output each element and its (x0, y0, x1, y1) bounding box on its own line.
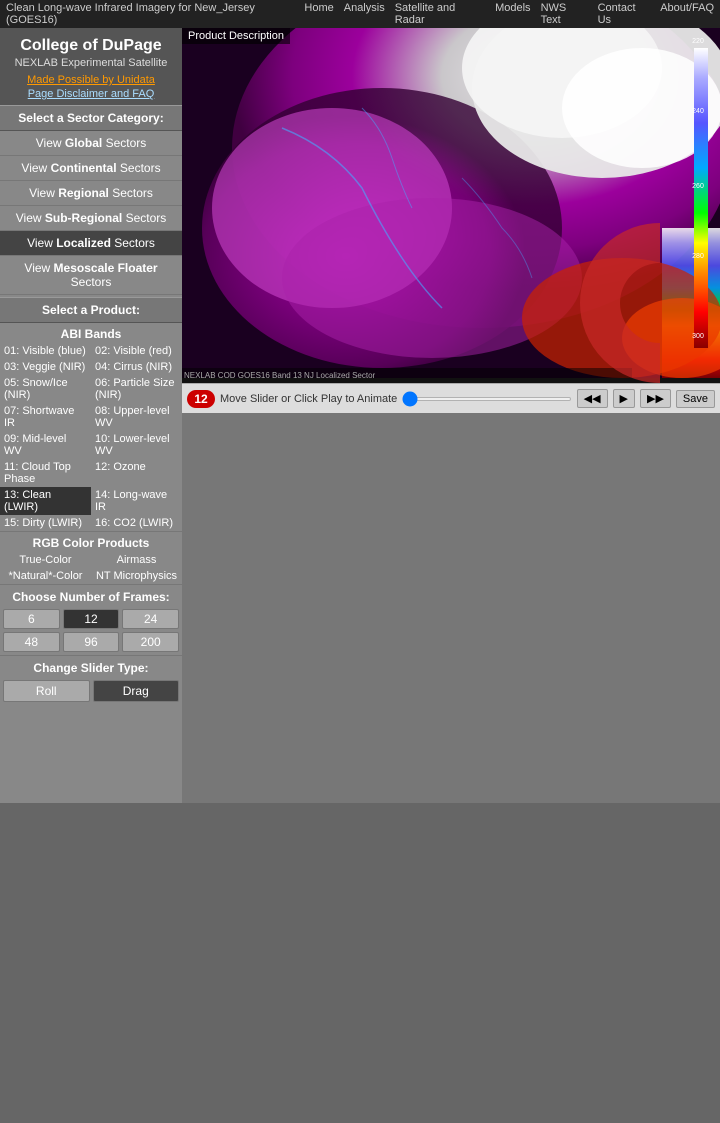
frame-6[interactable]: 6 (3, 609, 60, 629)
svg-text:NEXLAB COD GOES16 Band 13 NJ L: NEXLAB COD GOES16 Band 13 NJ Localized S… (184, 371, 376, 378)
anim-label: Move Slider or Click Play to Animate (220, 393, 397, 405)
frame-48[interactable]: 48 (3, 632, 60, 652)
sector-category-label: Select a Sector Category: (0, 105, 182, 131)
rgb-grid: True-Color Airmass *Natural*-Color NT Mi… (0, 552, 182, 584)
rgb-airmass[interactable]: Airmass (91, 552, 182, 568)
nav-nws[interactable]: NWS Text (541, 2, 588, 26)
rewind-button[interactable]: ◀◀ (577, 389, 608, 408)
nav-models[interactable]: Models (495, 2, 530, 26)
band-13[interactable]: 13: Clean (LWIR) (0, 487, 91, 515)
rgb-natural-color[interactable]: *Natural*-Color (0, 568, 91, 584)
svg-text:280: 280 (692, 253, 704, 260)
frames-grid: 6 12 24 48 96 200 (0, 606, 182, 655)
slider-btns: Roll Drag (0, 677, 182, 705)
nav-satellite[interactable]: Satellite and Radar (395, 2, 485, 26)
sector-btn-subregional[interactable]: View Sub-Regional Sectors (0, 206, 182, 231)
abi-bands-label: ABI Bands (0, 323, 182, 343)
rgb-nt-microphysics[interactable]: NT Microphysics (91, 568, 182, 584)
svg-text:240: 240 (692, 108, 704, 115)
sector-btn-global[interactable]: View Global Sectors (0, 131, 182, 156)
sector-btn-mesoscale[interactable]: View Mesoscale Floater Sectors (0, 256, 182, 295)
band-06[interactable]: 06: Particle Size (NIR) (91, 375, 182, 403)
rgb-label: RGB Color Products (0, 531, 182, 552)
play-button[interactable]: ▶ (613, 389, 635, 408)
svg-text:300: 300 (692, 333, 704, 340)
image-wrapper: Product Description (182, 28, 720, 383)
college-name: College of DuPage (5, 36, 177, 55)
nav-links: Home Analysis Satellite and Radar Models… (304, 2, 714, 26)
frame-200[interactable]: 200 (122, 632, 179, 652)
sector-btn-localized[interactable]: View Localized Sectors (0, 231, 182, 256)
lower-area (182, 413, 720, 803)
band-12[interactable]: 12: Ozone (91, 459, 182, 487)
rgb-true-color[interactable]: True-Color (0, 552, 91, 568)
band-10[interactable]: 10: Lower-level WV (91, 431, 182, 459)
page-title: Clean Long-wave Infrared Imagery for New… (6, 2, 304, 26)
unidata-link[interactable]: Made Possible by Unidata (5, 74, 177, 86)
band-07[interactable]: 07: Shortwave IR (0, 403, 91, 431)
nav-home[interactable]: Home (304, 2, 333, 26)
anim-slider[interactable] (402, 397, 571, 401)
band-08[interactable]: 08: Upper-level WV (91, 403, 182, 431)
band-04[interactable]: 04: Cirrus (NIR) (91, 359, 182, 375)
band-01[interactable]: 01: Visible (blue) (0, 343, 91, 359)
content-area: Product Description (182, 28, 720, 803)
nexlab-label: NEXLAB Experimental Satellite (5, 57, 177, 69)
band-15[interactable]: 15: Dirty (LWIR) (0, 515, 91, 531)
title-bar: Clean Long-wave Infrared Imagery for New… (0, 0, 720, 28)
disclaimer-link[interactable]: Page Disclaimer and FAQ (5, 88, 177, 100)
product-description-bar: Product Description (182, 28, 290, 44)
frame-96[interactable]: 96 (63, 632, 120, 652)
band-14[interactable]: 14: Long-wave IR (91, 487, 182, 515)
nav-contact[interactable]: Contact Us (598, 2, 651, 26)
slider-roll[interactable]: Roll (3, 680, 90, 702)
ff-button[interactable]: ▶▶ (640, 389, 671, 408)
save-button[interactable]: Save (676, 390, 715, 408)
band-02[interactable]: 02: Visible (red) (91, 343, 182, 359)
sector-btn-regional[interactable]: View Regional Sectors (0, 181, 182, 206)
band-05[interactable]: 05: Snow/Ice (NIR) (0, 375, 91, 403)
product-label: Select a Product: (0, 297, 182, 323)
sidebar: College of DuPage NEXLAB Experimental Sa… (0, 28, 182, 803)
slider-drag[interactable]: Drag (93, 680, 180, 702)
band-11[interactable]: 11: Cloud Top Phase (0, 459, 91, 487)
sector-btn-continental[interactable]: View Continental Sectors (0, 156, 182, 181)
band-03[interactable]: 03: Veggie (NIR) (0, 359, 91, 375)
svg-text:260: 260 (692, 183, 704, 190)
band-09[interactable]: 09: Mid-level WV (0, 431, 91, 459)
band-16[interactable]: 16: CO2 (LWIR) (91, 515, 182, 531)
frames-label: Choose Number of Frames: (0, 584, 182, 606)
frame-12[interactable]: 12 (63, 609, 120, 629)
slider-type-label: Change Slider Type: (0, 655, 182, 677)
main-container: College of DuPage NEXLAB Experimental Sa… (0, 28, 720, 803)
frame-24[interactable]: 24 (122, 609, 179, 629)
nav-about[interactable]: About/FAQ (660, 2, 714, 26)
sidebar-header: College of DuPage NEXLAB Experimental Sa… (0, 28, 182, 105)
frame-counter: 12 (187, 390, 215, 408)
svg-text:220: 220 (692, 38, 704, 45)
bands-grid: 01: Visible (blue) 02: Visible (red) 03:… (0, 343, 182, 531)
anim-controls: 12 Move Slider or Click Play to Animate … (182, 383, 720, 413)
nav-analysis[interactable]: Analysis (344, 2, 385, 26)
